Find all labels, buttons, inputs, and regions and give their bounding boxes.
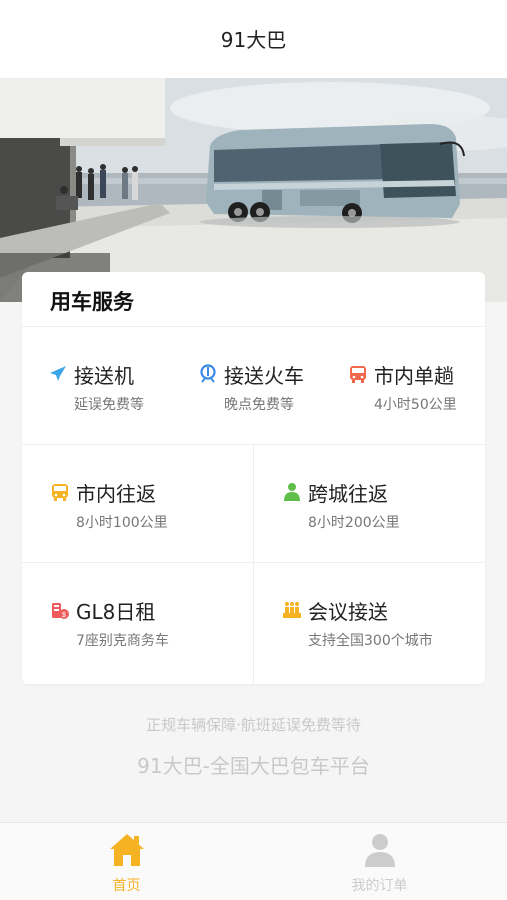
service-card-title: 用车服务 — [50, 290, 134, 314]
person-icon — [284, 483, 300, 501]
tab-home[interactable]: 首页 — [0, 823, 253, 900]
tab-label: 我的订单 — [351, 878, 408, 894]
user-icon — [365, 834, 395, 867]
service-description: 4小时50公里 — [374, 397, 457, 413]
divider — [22, 562, 485, 563]
service-name: GL8日租 — [76, 600, 156, 624]
service-name: 市内单趟 — [374, 364, 454, 388]
service-name: 跨城往返 — [308, 482, 388, 506]
top-navigation-bar: 91大巴 — [0, 0, 507, 78]
bottom-tab-bar: 首页 我的订单 — [0, 822, 507, 900]
service-intercity-round-trip[interactable]: 跨城往返 8小时200公里 — [282, 478, 472, 534]
car-rental-icon: $ — [52, 603, 69, 619]
service-meeting-transfer[interactable]: 会议接送 支持全国300个城市 — [282, 596, 472, 652]
service-description: 8小时200公里 — [308, 515, 400, 531]
divider — [22, 326, 485, 327]
hero-banner-image — [0, 78, 507, 302]
guarantee-note: 正规车辆保障·航班延误免费等待 — [146, 716, 361, 734]
service-train-transfer[interactable]: 接送火车 晚点免费等 — [198, 360, 328, 416]
home-icon — [110, 834, 144, 866]
service-description: 7座别克商务车 — [76, 633, 169, 649]
platform-slogan: 91大巴-全国大巴包车平台 — [137, 754, 370, 778]
airplane-icon — [50, 366, 66, 381]
tab-label: 首页 — [112, 878, 141, 894]
page-title: 91大巴 — [220, 28, 287, 52]
bus-icon — [350, 366, 366, 383]
service-description: 支持全国300个城市 — [308, 633, 433, 649]
service-city-round-trip[interactable]: 市内往返 8小时100公里 — [50, 478, 240, 534]
service-description: 延误免费等 — [74, 397, 144, 413]
service-name: 接送火车 — [224, 364, 304, 388]
service-city-one-way[interactable]: 市内单趟 4小时50公里 — [348, 360, 478, 416]
service-name: 市内往返 — [76, 482, 156, 506]
service-name: 会议接送 — [308, 600, 388, 624]
tab-my-orders[interactable]: 我的订单 — [253, 823, 506, 900]
service-card: 用车服务 接送机 延误免费等 接送火车 晚点免费等 市内单趟 4小时50公里 市… — [22, 272, 485, 684]
svg-text:$: $ — [62, 612, 66, 619]
divider — [253, 444, 254, 684]
service-gl8-daily-rental[interactable]: $ GL8日租 7座别克商务车 — [50, 596, 240, 652]
meeting-icon — [283, 602, 301, 618]
train-icon — [200, 364, 216, 383]
service-name: 接送机 — [74, 364, 134, 388]
service-airport-transfer[interactable]: 接送机 延误免费等 — [48, 360, 178, 416]
bus-icon — [52, 484, 68, 501]
service-description: 晚点免费等 — [224, 397, 294, 413]
service-description: 8小时100公里 — [76, 515, 168, 531]
